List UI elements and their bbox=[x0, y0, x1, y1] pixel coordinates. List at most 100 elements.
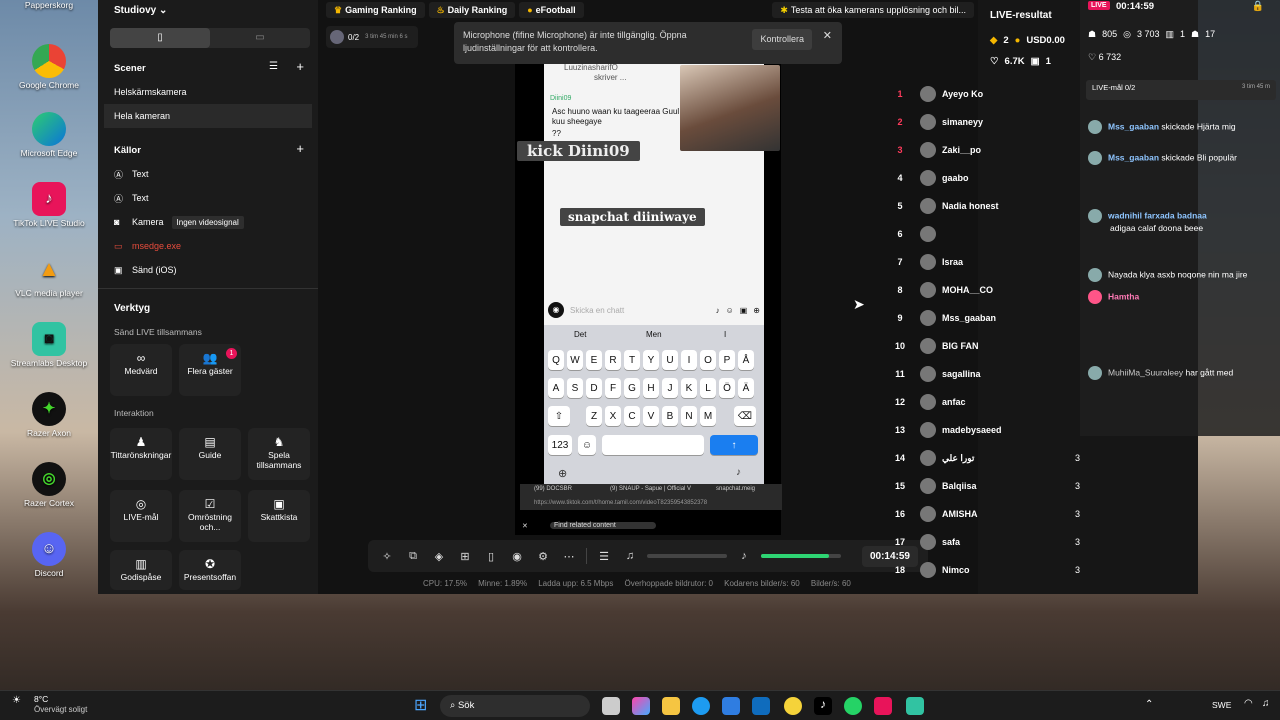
list-icon[interactable]: ☰ bbox=[269, 61, 278, 72]
discord-shortcut[interactable]: ☺ Discord bbox=[6, 532, 92, 578]
treasure-chest-tool[interactable]: ▣ Skattkista bbox=[248, 490, 310, 542]
ranking-row[interactable]: 17 safa 3 bbox=[880, 528, 1100, 556]
magic-wand-icon[interactable]: ✧ bbox=[378, 550, 396, 563]
ranking-row[interactable]: 7 Israa bbox=[880, 248, 1100, 276]
weather-text[interactable]: Övervägt soligt bbox=[34, 705, 87, 714]
copilot-icon[interactable] bbox=[632, 697, 650, 715]
whatsapp-icon[interactable] bbox=[844, 697, 862, 715]
source-text[interactable]: Ⓐ Text bbox=[98, 186, 318, 210]
ranking-row[interactable]: 1 Ayeyo Ko bbox=[880, 80, 1100, 108]
ranking-row[interactable]: 15 Balqiisa 3 bbox=[880, 472, 1100, 500]
volume-icon[interactable]: ♫ bbox=[1262, 698, 1270, 709]
key[interactable]: R bbox=[605, 350, 621, 370]
ranking-row[interactable]: 5 Nadia honest bbox=[880, 192, 1100, 220]
gift-sofa-tool[interactable]: ✪ Presentsoffan bbox=[179, 550, 241, 590]
streamlabs-icon[interactable] bbox=[906, 697, 924, 715]
backspace-key-icon[interactable]: ⌫ bbox=[734, 406, 756, 426]
tip-banner[interactable]: ✱ Testa att öka kamerans upplösning och b… bbox=[772, 2, 974, 18]
screen-icon[interactable]: ⧉ bbox=[404, 550, 422, 563]
chevron-up-icon[interactable]: ⌃ bbox=[1145, 699, 1153, 710]
add-source-icon[interactable]: + bbox=[296, 141, 304, 156]
ranking-row[interactable]: 14 تورا علي 3 bbox=[880, 444, 1100, 472]
key[interactable]: U bbox=[662, 350, 678, 370]
ranking-row[interactable]: 11 sagallina bbox=[880, 360, 1100, 388]
mic-volume-slider[interactable] bbox=[761, 554, 841, 558]
globe-icon[interactable]: ⊕ bbox=[558, 467, 567, 480]
ranking-row[interactable]: 12 anfac bbox=[880, 388, 1100, 416]
ranking-row[interactable]: 3 Zaki__po bbox=[880, 136, 1100, 164]
key[interactable]: H bbox=[643, 378, 659, 398]
speaker-icon[interactable]: ♫ bbox=[621, 550, 639, 562]
close-icon[interactable]: ✕ bbox=[823, 30, 832, 43]
key[interactable]: I bbox=[681, 350, 697, 370]
add-source-icon[interactable]: ⊞ bbox=[456, 550, 474, 563]
check-button[interactable]: Kontrollera bbox=[752, 29, 812, 50]
key[interactable]: T bbox=[624, 350, 640, 370]
dictation-icon[interactable]: ♪ bbox=[736, 467, 741, 478]
settings-icon[interactable]: ⚙ bbox=[534, 550, 552, 563]
plus-icon[interactable]: ⊕ bbox=[753, 306, 760, 315]
emoji-icon[interactable]: ☺ bbox=[726, 306, 734, 315]
goal-widget[interactable]: 0/2 3 tim 45 min 6 s bbox=[326, 26, 418, 48]
space-key[interactable] bbox=[602, 435, 704, 455]
chat-input-bar[interactable]: ◉ Skicka en chatt ♪ ☺ ▣ ⊕ bbox=[548, 301, 760, 319]
guide-tool[interactable]: ▤ Guide bbox=[179, 428, 241, 480]
taskbar-search[interactable]: ⌕ Sök bbox=[440, 695, 590, 717]
mic-icon[interactable]: ♪ bbox=[716, 306, 720, 315]
phone-icon[interactable]: ▯ bbox=[482, 550, 500, 563]
key[interactable]: J bbox=[662, 378, 678, 398]
weather-icon[interactable]: ☀ bbox=[12, 695, 21, 706]
ranking-row[interactable]: 4 gaabo bbox=[880, 164, 1100, 192]
task-view-icon[interactable] bbox=[602, 697, 620, 715]
camera-icon[interactable]: ◉ bbox=[548, 302, 564, 318]
numbers-key[interactable]: 123 bbox=[548, 435, 572, 455]
scene-item[interactable]: Helskärmskamera bbox=[98, 80, 318, 104]
poll-tool[interactable]: ☑ Omröstning och... bbox=[179, 490, 241, 542]
live-goal-tool[interactable]: ◎ LIVE-mål bbox=[110, 490, 172, 542]
recycle-bin-icon[interactable]: Papperskorg bbox=[6, 0, 92, 10]
ranking-row[interactable]: 16 AMISHA 3 bbox=[880, 500, 1100, 528]
play-together-tool[interactable]: ♞ Spela tillsammans bbox=[248, 428, 310, 480]
send-key-icon[interactable]: ↑ bbox=[710, 435, 758, 455]
tiktok-icon[interactable]: ♪ bbox=[814, 697, 832, 715]
key[interactable]: V bbox=[643, 406, 659, 426]
ranking-row[interactable]: 2 simaneyy bbox=[880, 108, 1100, 136]
more-icon[interactable]: ⋯ bbox=[560, 550, 578, 563]
vlc-shortcut[interactable]: ▲ VLC media player bbox=[6, 252, 92, 299]
key[interactable]: W bbox=[567, 350, 583, 370]
effects-icon[interactable]: ◈ bbox=[430, 550, 448, 563]
key[interactable]: E bbox=[586, 350, 602, 370]
streamlabs-shortcut[interactable]: ◙ Streamlabs Desktop bbox=[6, 322, 92, 368]
key[interactable]: C bbox=[624, 406, 640, 426]
key[interactable]: Ö bbox=[719, 378, 735, 398]
key[interactable]: Å bbox=[738, 350, 754, 370]
key[interactable]: Z bbox=[586, 406, 602, 426]
key[interactable]: A bbox=[548, 378, 564, 398]
store-icon[interactable] bbox=[722, 697, 740, 715]
studio-view-menu[interactable]: Studiovy ⌄ bbox=[114, 5, 167, 16]
ranking-row[interactable]: 18 Nimco 3 bbox=[880, 556, 1100, 584]
orientation-toggle[interactable]: ▯ ▭ bbox=[110, 28, 310, 48]
key[interactable]: N bbox=[681, 406, 697, 426]
language-indicator[interactable]: SWE bbox=[1212, 700, 1231, 710]
microphone-icon[interactable]: ♪ bbox=[735, 550, 753, 562]
weather-temp[interactable]: 8°C bbox=[34, 694, 48, 704]
key[interactable]: S bbox=[567, 378, 583, 398]
key[interactable]: B bbox=[662, 406, 678, 426]
ranking-row[interactable]: 8 MOHA__CO bbox=[880, 276, 1100, 304]
edge-shortcut[interactable]: Microsoft Edge bbox=[6, 112, 92, 158]
sticker-icon[interactable]: ▣ bbox=[740, 306, 748, 315]
speaker-volume-slider[interactable] bbox=[647, 554, 727, 558]
key[interactable]: F bbox=[605, 378, 621, 398]
landscape-icon[interactable]: ▭ bbox=[210, 28, 310, 48]
lock-icon[interactable]: 🔒 bbox=[1252, 1, 1264, 12]
file-explorer-icon[interactable] bbox=[662, 697, 680, 715]
close-icon[interactable]: ✕ bbox=[522, 522, 528, 530]
key[interactable]: P bbox=[719, 350, 735, 370]
tiktok-studio-icon[interactable] bbox=[874, 697, 892, 715]
key[interactable]: K bbox=[681, 378, 697, 398]
add-scene-icon[interactable]: + bbox=[296, 59, 304, 74]
efootball-button[interactable]: ● eFootball bbox=[519, 2, 584, 18]
viewer-requests-tool[interactable]: ♟ Tittarönskningar bbox=[110, 428, 172, 480]
scene-item-selected[interactable]: Hela kameran bbox=[104, 104, 312, 128]
